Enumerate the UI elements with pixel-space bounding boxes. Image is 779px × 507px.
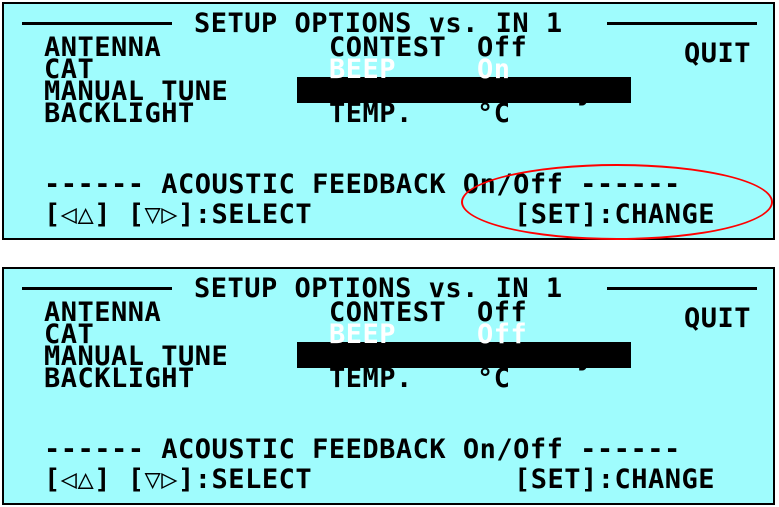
temp-value: °C bbox=[477, 98, 511, 129]
title-rule-right bbox=[607, 22, 757, 25]
title-rule-left bbox=[22, 22, 172, 25]
select-hint: [◁△] [▽▷]:SELECT bbox=[44, 464, 313, 495]
menu-item-temp[interactable]: TEMP. bbox=[329, 100, 413, 127]
annotation-ellipse bbox=[461, 164, 773, 240]
lcd-panel-after: SETUP OPTIONS vs. IN 1 ANTENNA CAT MANUA… bbox=[2, 267, 775, 505]
title-rule-left bbox=[22, 287, 172, 290]
menu-item-backlight[interactable]: BACKLIGHT bbox=[44, 100, 195, 127]
title-rule-right bbox=[607, 287, 757, 290]
select-hint: [◁△] [▽▷]:SELECT bbox=[44, 199, 313, 230]
set-change-hint: [SET]:CHANGE bbox=[514, 464, 716, 495]
menu-item-temp[interactable]: TEMP. bbox=[329, 365, 413, 392]
quit-option[interactable]: QUIT bbox=[684, 305, 751, 332]
quit-option[interactable]: QUIT bbox=[684, 40, 751, 67]
help-text: ------ ACOUSTIC FEEDBACK On/Off ------ bbox=[44, 434, 681, 465]
temp-value: °C bbox=[477, 363, 511, 394]
menu-item-backlight[interactable]: BACKLIGHT bbox=[44, 365, 195, 392]
